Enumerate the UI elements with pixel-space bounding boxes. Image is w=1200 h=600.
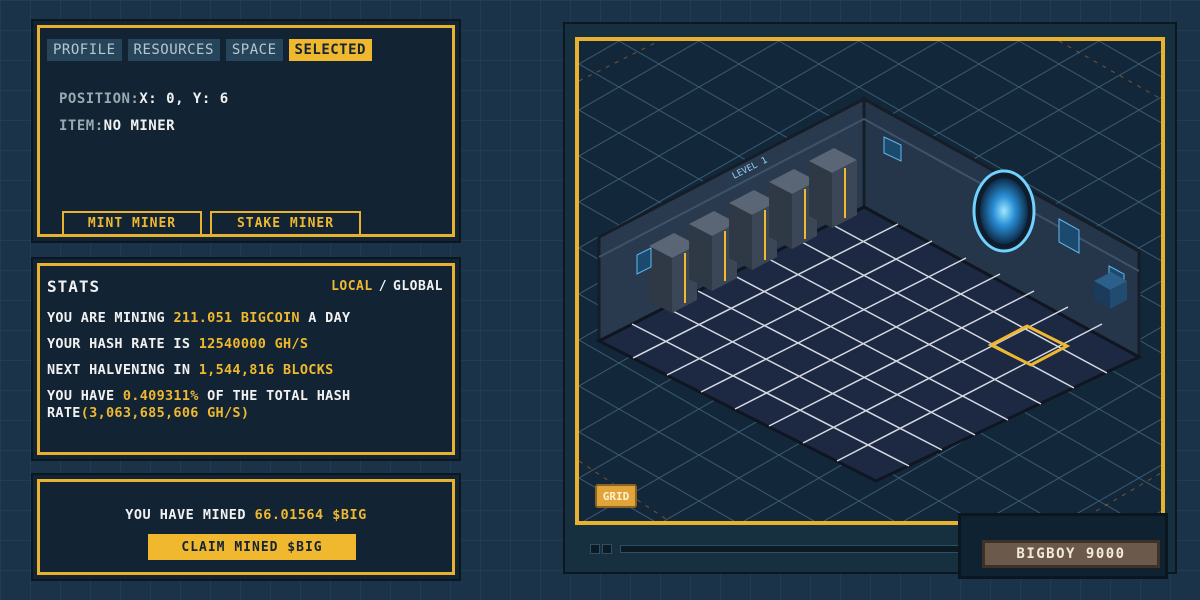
mined-value: 66.01564 $BIG — [254, 507, 367, 523]
mining-rate-prefix: YOU ARE MINING — [47, 310, 165, 326]
total-hash-prefix: RATE — [47, 405, 81, 421]
halvening-line: NEXT HALVENING IN 1,544,816 BLOCKS — [47, 362, 334, 378]
mint-miner-button[interactable]: MINT MINER — [62, 211, 202, 236]
mining-rate-line: YOU ARE MINING 211.051 BIGCOIN A DAY — [47, 310, 350, 326]
claim-mined-button[interactable]: CLAIM MINED $BIG — [148, 534, 356, 560]
tab-space[interactable]: SPACE — [225, 39, 283, 61]
tab-profile[interactable]: PROFILE — [47, 39, 122, 61]
share-suffix: OF THE TOTAL HASH — [207, 388, 351, 404]
position-value: X: 0, Y: 6 — [139, 91, 229, 107]
local-toggle[interactable]: LOCAL — [331, 279, 373, 294]
halvening-value: 1,544,816 BLOCKS — [198, 362, 334, 378]
position-label: POSITION: — [59, 91, 140, 107]
share-line: YOU HAVE 0.409311% OF THE TOTAL HASH — [47, 388, 350, 404]
room-scene[interactable]: LEVEL 1 — [579, 41, 1161, 521]
status-track — [620, 545, 962, 553]
stake-miner-button[interactable]: STAKE MINER — [210, 211, 361, 236]
mined-prefix: YOU HAVE MINED — [125, 507, 246, 523]
total-hash-line: RATE(3,063,685,606 GH/S) — [47, 405, 249, 421]
mining-rate-suffix: A DAY — [308, 310, 351, 326]
panel-tabs: PROFILE RESOURCES SPACE SELECTED — [47, 39, 372, 61]
share-prefix: YOU HAVE — [47, 388, 115, 404]
grid-toggle-button[interactable]: GRID — [595, 484, 637, 508]
item-label: ITEM: — [59, 118, 104, 134]
stats-panel: STATS LOCAL / GLOBAL YOU ARE MINING 211.05… — [31, 257, 461, 461]
position-field: POSITION:X: 0, Y: 6 — [59, 91, 229, 107]
hash-rate-value: 12540000 GH/S — [198, 336, 309, 352]
mined-total: YOU HAVE MINED 66.01564 $BIG — [43, 507, 449, 523]
room-nameplate: BIGBOY 9000 — [982, 540, 1160, 568]
tab-resources[interactable]: RESOURCES — [127, 39, 220, 61]
selection-panel: PROFILE RESOURCES SPACE SELECTED POSITIO… — [31, 19, 461, 243]
total-hash-value: (3,063,685,606 GH/S) — [80, 405, 250, 421]
status-bar — [590, 540, 962, 554]
global-toggle[interactable]: GLOBAL — [393, 279, 443, 294]
game-viewport[interactable]: LEVEL 1 — [575, 37, 1165, 525]
server-rack[interactable] — [809, 148, 857, 228]
tab-selected[interactable]: SELECTED — [288, 39, 372, 61]
status-indicator — [602, 544, 612, 554]
local-global-toggle: LOCAL / GLOBAL — [331, 279, 443, 294]
hash-rate-line: YOUR HASH RATE IS 12540000 GH/S — [47, 336, 308, 352]
item-field: ITEM:NO MINER — [59, 118, 175, 134]
halvening-prefix: NEXT HALVENING IN — [47, 362, 191, 378]
portal[interactable] — [972, 169, 1036, 253]
mining-rate-value: 211.051 BIGCOIN — [173, 310, 300, 326]
stats-title: STATS — [47, 277, 101, 296]
claim-panel: YOU HAVE MINED 66.01564 $BIG CLAIM MINED… — [31, 473, 461, 581]
item-value: NO MINER — [103, 118, 176, 134]
toggle-separator: / — [378, 279, 388, 294]
status-indicator — [590, 544, 600, 554]
hash-rate-prefix: YOUR HASH RATE IS — [47, 336, 191, 352]
share-value: 0.409311% — [122, 388, 199, 404]
